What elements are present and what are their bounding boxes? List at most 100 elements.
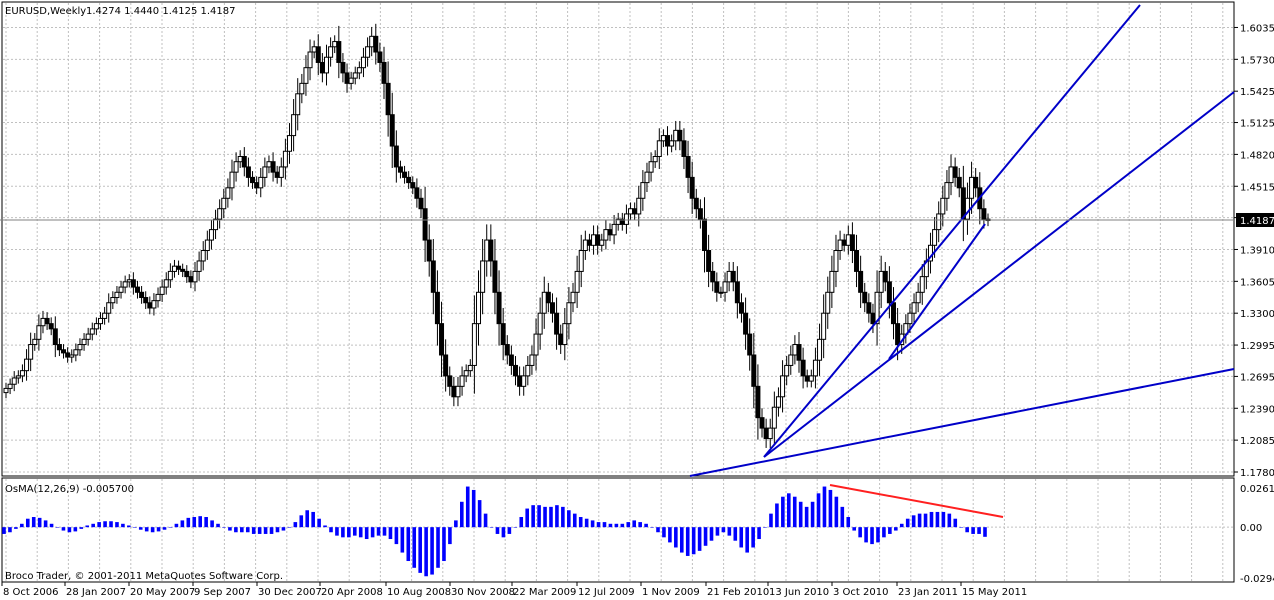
candle-body — [541, 291, 547, 314]
histogram-bar — [584, 518, 589, 528]
x-tick-label: 8 Oct 2006 — [3, 587, 58, 598]
candle-body — [599, 239, 605, 246]
histogram-bar — [477, 500, 482, 528]
histogram-bar — [103, 521, 107, 528]
histogram-bar — [406, 527, 411, 562]
candle-body — [611, 223, 617, 236]
candle-body — [323, 56, 329, 74]
candle-body — [418, 197, 424, 210]
candle-body — [689, 176, 695, 199]
histogram-bar — [614, 523, 619, 528]
histogram-bar — [245, 527, 250, 533]
candle-body — [414, 187, 420, 199]
histogram-bar — [240, 527, 244, 533]
histogram-bar — [971, 527, 975, 534]
candle-body — [833, 250, 839, 272]
candle-body — [710, 270, 716, 283]
histogram-bar — [935, 511, 940, 528]
candle-body — [603, 229, 609, 241]
histogram-bar — [703, 527, 708, 546]
histogram-bar — [364, 527, 369, 540]
candle-body — [430, 260, 436, 293]
y-tick-label: 1.4515 — [1240, 182, 1274, 193]
histogram-bar — [127, 525, 131, 528]
histogram-bar — [115, 522, 119, 528]
candle-body — [775, 396, 781, 408]
candle-body — [841, 239, 847, 246]
candle-body — [311, 46, 317, 53]
candle-body — [854, 250, 860, 272]
candle-body — [315, 46, 321, 63]
candle-body — [336, 41, 342, 63]
x-tick-label: 21 Feb 2010 — [707, 587, 769, 598]
candle-body — [648, 161, 654, 173]
histogram-bar — [412, 527, 417, 568]
candle-body — [270, 161, 276, 173]
candle-body — [52, 328, 58, 346]
histogram-bar — [198, 516, 202, 528]
histogram-bar — [251, 527, 256, 534]
candle-body — [504, 344, 510, 356]
histogram-bar — [679, 527, 684, 553]
histogram-bar — [210, 520, 214, 528]
histogram-bar — [911, 515, 916, 528]
histogram-bar — [25, 518, 30, 528]
current-price-label: 1.4187 — [1240, 216, 1274, 227]
histogram-bar — [888, 527, 892, 534]
candle-body — [204, 239, 210, 252]
histogram-bar — [929, 511, 934, 528]
copyright-text: Broco Trader, © 2001-2011 MetaQuotes Sof… — [5, 571, 283, 582]
candle-body — [406, 176, 412, 184]
candle-body — [377, 51, 383, 63]
histogram-bar — [162, 527, 167, 530]
candle-body — [98, 317, 104, 325]
histogram-bar — [370, 527, 375, 538]
candle-body — [812, 359, 818, 377]
candle-body — [919, 276, 925, 293]
candle-body — [808, 375, 814, 382]
candle-body — [948, 166, 954, 184]
histogram-bar — [697, 527, 702, 551]
candle-body — [250, 176, 256, 184]
histogram-bar — [281, 527, 286, 531]
candle-body — [328, 46, 334, 58]
candle-body — [254, 182, 260, 189]
candle-body — [701, 218, 707, 252]
candle-body — [652, 155, 658, 163]
trading-chart[interactable]: 1.1780 1.2085 1.2390 1.2695 1.2995 1.3300 1.36… — [0, 0, 1274, 600]
candle-body — [706, 250, 712, 272]
candle-body — [644, 171, 650, 184]
candle-body — [755, 385, 761, 419]
candle-body — [537, 312, 543, 335]
histogram-bar — [465, 486, 470, 528]
candle-body — [24, 358, 30, 372]
candle-body — [299, 82, 305, 95]
candle-body — [517, 375, 523, 387]
histogram-bar — [555, 505, 559, 528]
candle-body — [969, 176, 975, 199]
histogram-bar — [894, 527, 898, 531]
candle-body — [673, 129, 679, 142]
candle-body — [81, 338, 87, 346]
histogram-bar — [858, 527, 862, 538]
candle-body — [558, 333, 564, 346]
y-tick-label: 1.4820 — [1240, 150, 1274, 161]
histogram-bar — [156, 527, 161, 532]
candle-body — [862, 291, 868, 304]
histogram-bar — [864, 527, 868, 543]
candle-body — [106, 302, 112, 314]
candle-body — [426, 239, 432, 262]
histogram-bar — [923, 513, 928, 528]
histogram-bar — [222, 527, 226, 528]
histogram-bar — [626, 522, 631, 528]
x-tick-label: 22 Mar 2009 — [513, 587, 576, 598]
candle-body — [882, 270, 888, 283]
candle-body — [344, 72, 350, 84]
candle-body — [591, 234, 597, 246]
candle-body — [459, 375, 465, 387]
histogram-bar — [792, 496, 797, 528]
candle-body — [439, 323, 445, 356]
histogram-bar — [501, 527, 506, 538]
histogram-bar — [85, 525, 90, 528]
histogram-bar — [513, 527, 518, 528]
